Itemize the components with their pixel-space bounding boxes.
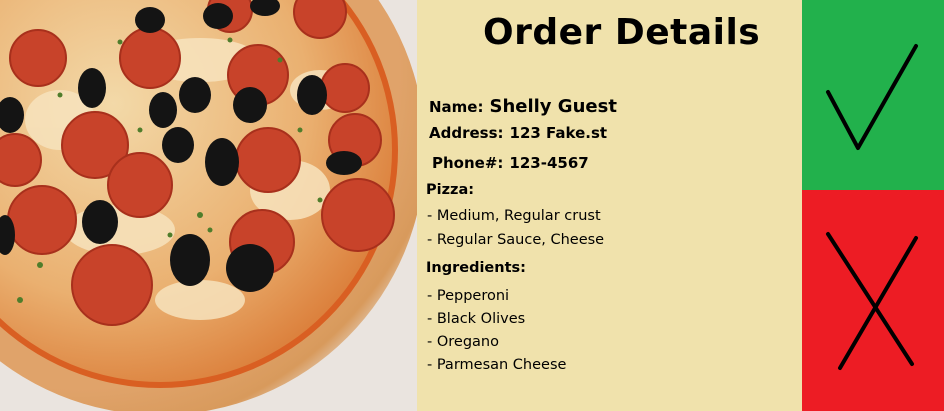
customer-name-row: Name: Shelly Guest: [429, 96, 617, 117]
pizza-heading: Pizza:: [426, 182, 475, 198]
checkmark-icon: [826, 44, 918, 150]
ingredient-item: - Pepperoni: [427, 288, 510, 304]
reject-order-button[interactable]: [802, 190, 944, 411]
order-details-panel: Order Details Name: Shelly Guest Address:…: [417, 0, 802, 411]
ingredient-item: - Black Olives: [427, 311, 526, 327]
accept-order-button[interactable]: [802, 0, 944, 190]
pizza-line: - Regular Sauce, Cheese: [427, 232, 605, 248]
ingredient-item: - Parmesan Cheese: [427, 357, 567, 373]
pizza-line: - Medium, Regular crust: [427, 208, 601, 224]
name-label: Name:: [429, 98, 484, 116]
pizza-photo: [0, 0, 417, 411]
ingredient-item: - Oregano: [427, 334, 499, 350]
phone-value: 123-4567: [509, 154, 589, 172]
phone-label: Phone#:: [432, 154, 504, 172]
name-value: Shelly Guest: [489, 96, 617, 117]
x-icon: [826, 232, 918, 370]
address-value: 123 Fake.st: [509, 124, 608, 142]
ingredients-heading: Ingredients:: [426, 260, 526, 276]
address-label: Address:: [429, 124, 504, 142]
order-details-title: Order Details: [483, 12, 761, 53]
phone-row: Phone#: 123-4567: [432, 154, 589, 172]
address-row: Address: 123 Fake.st: [429, 124, 607, 142]
